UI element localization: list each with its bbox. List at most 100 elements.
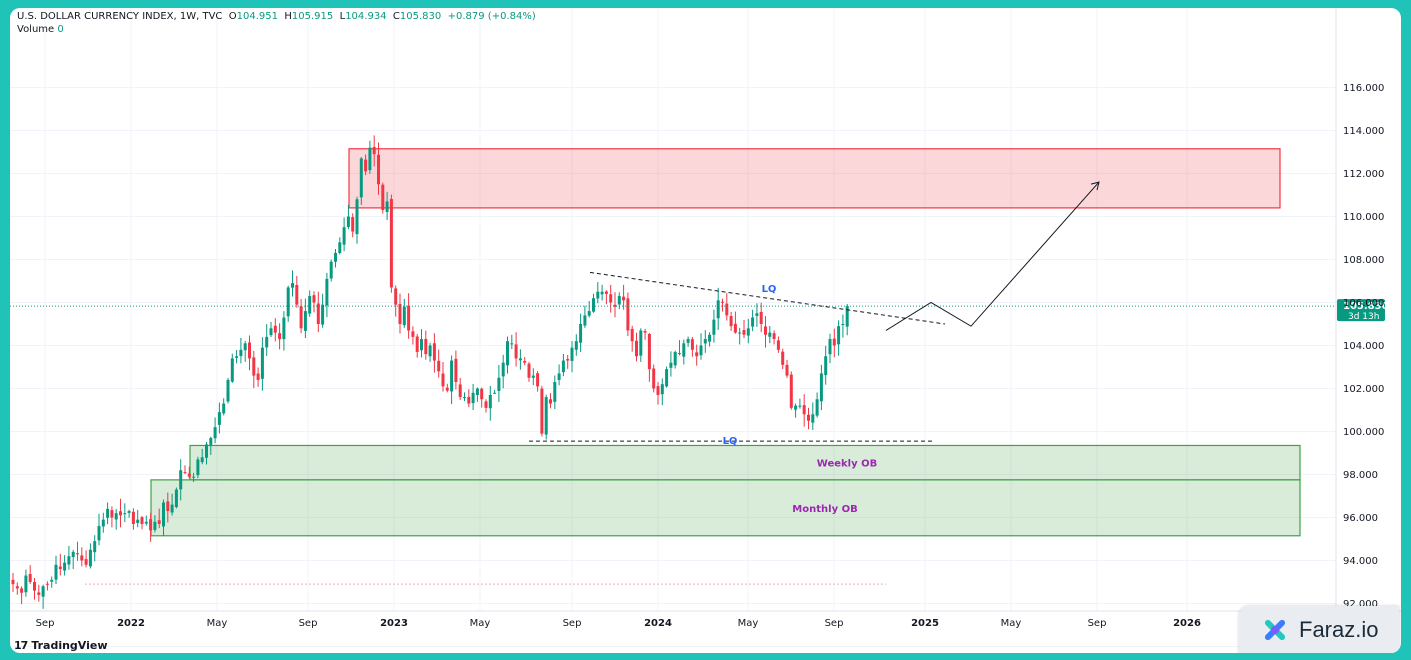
brand-name: Faraz.io [1299, 617, 1379, 642]
y-tick-label: 94.000 [1343, 556, 1378, 567]
price-chart[interactable]: Weekly OBMonthly OB 105.8303d 13hLQLQ 90… [10, 8, 1401, 653]
candle-body [106, 508, 110, 518]
candle-body [415, 336, 419, 352]
x-tick-label: May [470, 618, 491, 629]
candle-body [609, 294, 613, 303]
candle-body [248, 342, 251, 359]
candle-body [617, 296, 621, 305]
candle-body [725, 303, 729, 316]
candle-body [67, 556, 71, 565]
candle-body [768, 332, 772, 337]
candle-body [596, 291, 600, 299]
candle-body [213, 427, 217, 439]
x-tick-label: 2023 [380, 618, 408, 629]
candle-body [772, 333, 776, 340]
candle-body [789, 374, 793, 408]
candle-body [101, 519, 105, 527]
candle-body [493, 392, 497, 394]
chart-frame: Weekly OBMonthly OB 105.8303d 13hLQLQ 90… [10, 8, 1401, 653]
candle-body [144, 521, 148, 524]
candle-body [88, 549, 92, 567]
candle-body [574, 341, 578, 350]
candle-body [114, 513, 118, 520]
y-tick-label: 100.000 [1343, 427, 1384, 438]
candle-body [751, 317, 755, 327]
open-value: 104.951 [236, 11, 278, 22]
candle-body [549, 399, 552, 404]
liquidity-low-label: LQ [723, 436, 738, 447]
candle-body [226, 379, 230, 402]
candle-body [235, 356, 239, 358]
low-value: 104.934 [345, 11, 387, 22]
candle-body [200, 457, 204, 463]
close-label: C [392, 11, 400, 22]
candle-body [587, 311, 591, 316]
candle-body [303, 311, 307, 331]
tradingview-logo[interactable]: 17 TradingView [14, 639, 108, 652]
candle-body [506, 341, 509, 366]
candle-body [566, 359, 570, 361]
candle-body [673, 351, 677, 366]
candle-body [243, 343, 247, 351]
candle-body [531, 375, 535, 378]
symbol-header: U.S. DOLLAR CURRENCY INDEX, 1W, TVC O104… [17, 11, 536, 22]
liquidity-trend-label: LQ [762, 284, 777, 295]
candle-body [635, 340, 638, 357]
candle-body [166, 501, 170, 512]
candle-body [110, 510, 114, 518]
y-tick-label: 116.000 [1343, 83, 1384, 94]
candle-body [458, 384, 462, 398]
candle-body [424, 338, 428, 355]
candle-body [488, 394, 492, 409]
candle-body [544, 397, 548, 435]
high-label: H [284, 11, 292, 22]
candle-body [282, 317, 286, 340]
candle-body [329, 261, 333, 279]
candle-body [58, 566, 62, 570]
candle-body [187, 473, 191, 477]
candle-body [647, 334, 651, 370]
candle-body [230, 358, 234, 382]
candle-body [738, 332, 742, 334]
candle-body [372, 147, 376, 155]
candle-body [153, 521, 157, 530]
liquidity-trend-line [589, 271, 946, 325]
x-tick-label: May [1001, 618, 1022, 629]
candle-body [686, 339, 690, 343]
candle-body [557, 373, 561, 380]
candle-body [252, 357, 256, 376]
candle-body [690, 339, 694, 350]
candle-body [71, 551, 75, 558]
candle-body [776, 340, 780, 350]
close-value: 105.830 [399, 11, 442, 22]
candle-body [764, 326, 767, 335]
candle-body [561, 360, 565, 373]
candle-body [41, 586, 45, 597]
candle-body [583, 315, 587, 326]
candle-body [484, 401, 488, 408]
weekly-ob-label: Weekly OB [817, 459, 877, 470]
x-tick-label: 2024 [644, 618, 672, 629]
x-tick-label: 2025 [911, 618, 939, 629]
candle-body [643, 331, 647, 333]
tradingview-logo-mark: 17 [14, 639, 28, 652]
candle-body [50, 579, 54, 582]
candle-body [308, 296, 312, 314]
candle-body [660, 384, 664, 395]
weekly-ob-zone [189, 444, 1301, 481]
candle-body [733, 323, 737, 333]
candle-body [815, 399, 819, 416]
candle-body [183, 472, 187, 474]
candle-body [437, 360, 441, 372]
candle-body [291, 283, 294, 288]
candle-body [131, 511, 135, 524]
y-tick-label: 106.000 [1343, 298, 1384, 309]
candle-body [441, 373, 445, 387]
bar-countdown: 3d 13h [1348, 312, 1379, 322]
candle-body [781, 351, 785, 365]
zones: Weekly OB Monthly OB [150, 148, 1301, 537]
x-tick-label: Sep [563, 618, 582, 629]
candle-body [570, 347, 574, 361]
candle-body [626, 298, 630, 331]
candle-body [286, 287, 290, 317]
